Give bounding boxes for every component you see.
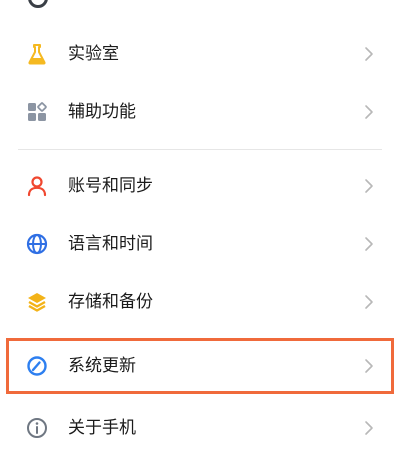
menu-item-language-time[interactable]: 语言和时间 [0,216,400,272]
menu-item-storage-backup[interactable]: 存储和备份 [0,274,400,330]
menu-item-label: 系统更新 [68,356,136,376]
chevron-right-icon [365,359,373,373]
section-divider [18,149,382,150]
grid-apps-icon [28,102,47,121]
user-icon [27,176,47,197]
menu-item-label: 语言和时间 [68,234,153,254]
menu-item-about-phone[interactable]: 关于手机 [0,400,400,456]
chevron-right-icon [365,421,373,435]
layers-icon [28,293,46,312]
chevron-right-icon [365,179,373,193]
partial-row-top [0,0,400,12]
globe-icon [26,233,48,255]
flask-icon [28,44,46,65]
menu-item-label: 存储和备份 [68,292,153,312]
chevron-right-icon [365,47,373,61]
menu-item-label: 关于手机 [68,418,136,438]
menu-item-account-sync[interactable]: 账号和同步 [0,158,400,214]
menu-item-label: 辅助功能 [68,102,136,122]
menu-item-system-update[interactable]: 系统更新 [0,338,400,394]
menu-item-label: 实验室 [68,44,119,64]
menu-item-lab[interactable]: 实验室 [0,26,400,82]
menu-item-accessibility[interactable]: 辅助功能 [0,84,400,140]
partial-row-icon [28,0,48,8]
info-icon [27,418,47,438]
chevron-right-icon [365,295,373,309]
chevron-right-icon [365,237,373,251]
chevron-right-icon [365,105,373,119]
menu-item-label: 账号和同步 [68,176,153,196]
refresh-icon [27,356,47,376]
